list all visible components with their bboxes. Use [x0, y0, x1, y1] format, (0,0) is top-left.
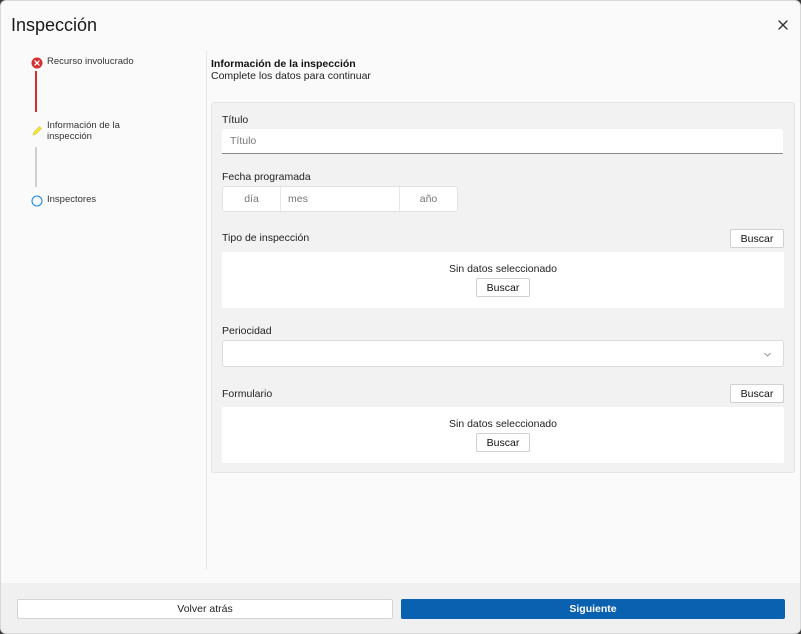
section-title: Información de la inspección: [211, 58, 356, 70]
section-subtitle: Complete los datos para continuar: [211, 70, 371, 82]
titulo-input[interactable]: [222, 129, 783, 154]
close-button[interactable]: [776, 18, 790, 32]
formulario-label: Formulario: [222, 388, 273, 400]
date-day-field[interactable]: día: [223, 187, 281, 211]
titulo-label: Título: [222, 114, 249, 126]
periodicidad-label: Periocidad: [222, 325, 272, 337]
inspection-dialog: Inspección Recurso involucrado Informaci…: [0, 0, 801, 634]
formulario-search-button[interactable]: Buscar: [730, 384, 784, 403]
step-connector-error: [35, 71, 37, 112]
empty-circle-icon: [31, 195, 43, 207]
step-label: Recurso involucrado: [47, 56, 134, 67]
date-input: día mes año: [222, 186, 458, 212]
formulario-empty-search-button[interactable]: Buscar: [476, 433, 530, 452]
back-button[interactable]: Volver atrás: [17, 599, 393, 619]
step-connector-pending: [35, 147, 37, 187]
close-icon: [778, 20, 788, 30]
pencil-icon: [32, 126, 42, 136]
fecha-label: Fecha programada: [222, 171, 311, 183]
periodicidad-select[interactable]: [222, 340, 784, 367]
dialog-header: Inspección: [1, 1, 800, 51]
error-circle-icon: [31, 57, 43, 69]
tipo-empty-text: Sin datos seleccionado: [449, 263, 557, 275]
chevron-down-icon: [764, 352, 771, 357]
stepper-divider: [206, 51, 207, 569]
tipo-empty-search-button[interactable]: Buscar: [476, 278, 530, 297]
tipo-search-button[interactable]: Buscar: [730, 229, 784, 248]
step-inspectores[interactable]: Inspectores: [31, 194, 157, 207]
tipo-label: Tipo de inspección: [222, 232, 310, 244]
next-button[interactable]: Siguiente: [401, 599, 785, 619]
step-label: Información de la inspección: [47, 120, 120, 142]
step-label: Inspectores: [47, 194, 97, 205]
date-month-field[interactable]: mes: [281, 187, 400, 211]
step-recurso-involucrado[interactable]: Recurso involucrado: [31, 56, 157, 69]
formulario-empty-text: Sin datos seleccionado: [449, 418, 557, 430]
step-informacion-inspeccion[interactable]: Información de la inspección: [31, 120, 157, 142]
date-year-field[interactable]: año: [400, 187, 457, 211]
dialog-title: Inspección: [11, 15, 98, 35]
